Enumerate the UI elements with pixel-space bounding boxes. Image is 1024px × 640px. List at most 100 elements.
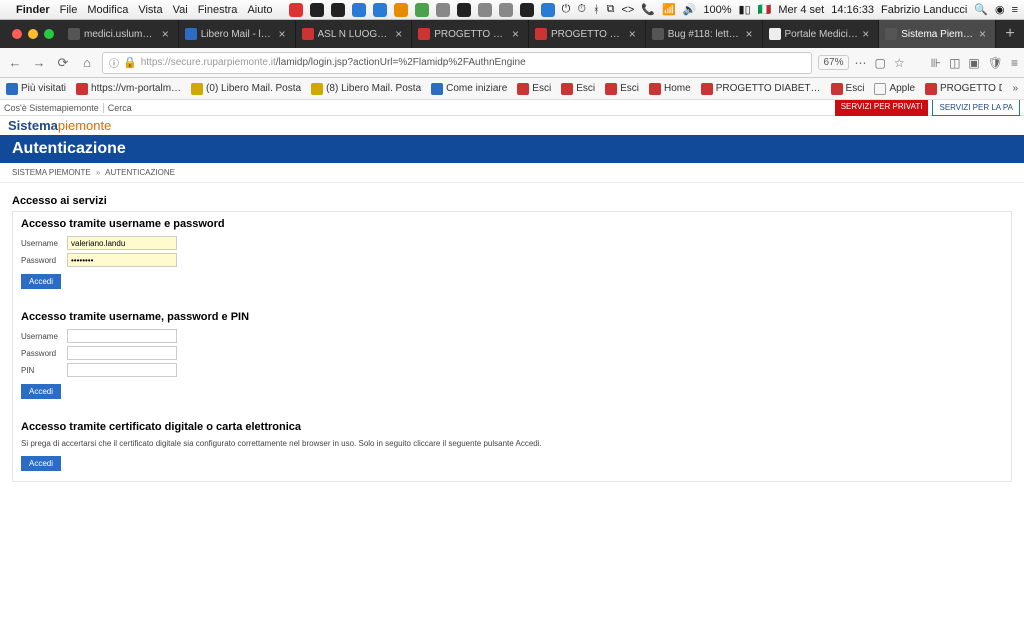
library-icon[interactable]: ⊪ bbox=[931, 56, 941, 70]
browser-tab[interactable]: Bug #118: lettere camb… × bbox=[646, 20, 763, 48]
browser-tab[interactable]: medici.uslumbria1.it/m… × bbox=[62, 20, 179, 48]
app-name[interactable]: Finder bbox=[16, 4, 50, 16]
menu-file[interactable]: File bbox=[60, 4, 78, 16]
more-icon[interactable]: ⋯ bbox=[855, 56, 867, 70]
time-text: 14:16:33 bbox=[831, 4, 874, 16]
pill-pa[interactable]: SERVIZI PER LA PA bbox=[932, 100, 1020, 116]
user-text[interactable]: Fabrizio Landucci bbox=[881, 4, 967, 16]
siri-icon[interactable]: ◉ bbox=[995, 3, 1005, 16]
bookmark-item[interactable]: Esci bbox=[561, 83, 595, 95]
reader-icon[interactable]: ▢ bbox=[875, 56, 886, 70]
bookmark-item[interactable]: PROGETTO DIABET… bbox=[701, 83, 821, 95]
sidebar-icon[interactable]: ◫ bbox=[949, 56, 960, 70]
bookmark-favicon-icon bbox=[431, 83, 443, 95]
url-bar[interactable]: ⓘ 🔒 https://secure.ruparpiemonte.it/lami… bbox=[102, 52, 812, 74]
tray-icon[interactable]: ⏻ bbox=[562, 3, 571, 16]
tray-icon[interactable] bbox=[352, 3, 366, 17]
browser-tab[interactable]: Libero Mail - login × bbox=[179, 20, 296, 48]
back-button[interactable]: ← bbox=[6, 55, 24, 70]
top-link[interactable]: Cerca bbox=[108, 103, 136, 113]
tab-close-icon[interactable]: × bbox=[279, 27, 289, 41]
ext-icon[interactable]: ▣ bbox=[968, 56, 979, 70]
spotlight-icon[interactable]: 🔍 bbox=[974, 3, 988, 16]
bookmark-star-icon[interactable]: ☆ bbox=[894, 56, 905, 70]
info-icon[interactable]: ⓘ bbox=[109, 55, 119, 70]
menu-icon[interactable]: ≡ bbox=[1011, 56, 1018, 70]
tray-icon[interactable] bbox=[478, 3, 492, 17]
bookmark-item[interactable]: Esci bbox=[517, 83, 551, 95]
tray-icon[interactable] bbox=[436, 3, 450, 17]
home-button[interactable]: ⌂ bbox=[78, 55, 96, 70]
username-field[interactable] bbox=[67, 329, 177, 343]
browser-tab[interactable]: PROGETTO DIABETOLO… × bbox=[529, 20, 646, 48]
crumb[interactable]: SISTEMA PIEMONTE bbox=[12, 168, 91, 177]
input-icon[interactable]: 🇮🇹 bbox=[758, 3, 772, 16]
wifi-icon[interactable]: 📶 bbox=[662, 3, 676, 16]
bluetooth-icon[interactable]: ᚼ bbox=[593, 4, 600, 16]
menu-help[interactable]: Aiuto bbox=[247, 4, 272, 16]
bookmark-item[interactable]: (8) Libero Mail. Posta bbox=[311, 83, 421, 95]
tray-icon[interactable] bbox=[310, 3, 324, 17]
window-minimize-icon[interactable] bbox=[28, 29, 38, 39]
accedi-button[interactable]: Accedi bbox=[21, 384, 61, 399]
username-field[interactable] bbox=[67, 236, 177, 250]
top-link[interactable]: Cos'è Sistemapiemonte bbox=[4, 103, 104, 113]
tray-icon[interactable]: ⧉ bbox=[607, 3, 615, 16]
tray-icon[interactable] bbox=[415, 3, 429, 17]
tray-icon[interactable]: ⏱ bbox=[577, 3, 586, 16]
menu-go[interactable]: Vai bbox=[173, 4, 188, 16]
window-zoom-icon[interactable] bbox=[44, 29, 54, 39]
menu-window[interactable]: Finestra bbox=[198, 4, 238, 16]
forward-button[interactable]: → bbox=[30, 55, 48, 70]
browser-tab[interactable]: Sistema Piemonte - Autentic… × bbox=[879, 20, 996, 48]
tab-favicon-icon bbox=[68, 28, 80, 40]
tray-icon[interactable] bbox=[457, 3, 471, 17]
bookmark-item[interactable]: Più visitati bbox=[6, 83, 66, 95]
bookmark-item[interactable]: Esci bbox=[605, 83, 639, 95]
window-close-icon[interactable] bbox=[12, 29, 22, 39]
tray-icon[interactable] bbox=[520, 3, 534, 17]
notifications-icon[interactable]: ≡ bbox=[1012, 4, 1018, 16]
tab-close-icon[interactable]: × bbox=[746, 27, 756, 41]
browser-tab[interactable]: ASL N LUOGO Area Ser… × bbox=[296, 20, 413, 48]
reload-button[interactable]: ⟳ bbox=[54, 55, 72, 71]
bookmark-item[interactable]: (0) Libero Mail. Posta bbox=[191, 83, 301, 95]
tab-close-icon[interactable]: × bbox=[979, 27, 989, 41]
tray-icon[interactable] bbox=[331, 3, 345, 17]
accedi-button[interactable]: Accedi bbox=[21, 456, 61, 471]
pill-privati[interactable]: SERVIZI PER PRIVATI bbox=[835, 100, 929, 116]
browser-tab[interactable]: Portale Medici e Pediat… × bbox=[763, 20, 880, 48]
bookmark-item[interactable]: Esci bbox=[831, 83, 865, 95]
tab-close-icon[interactable]: × bbox=[629, 27, 639, 41]
browser-tab[interactable]: PROGETTO DIABETOLO… × bbox=[412, 20, 529, 48]
volume-icon[interactable]: 🔊 bbox=[683, 3, 697, 16]
bookmarks-overflow-icon[interactable]: » bbox=[1012, 83, 1018, 94]
tab-close-icon[interactable]: × bbox=[862, 27, 872, 41]
bookmark-favicon-icon bbox=[649, 83, 661, 95]
bookmark-item[interactable]: Come iniziare bbox=[431, 83, 507, 95]
bookmark-item[interactable]: Home bbox=[649, 83, 691, 95]
tab-close-icon[interactable]: × bbox=[512, 27, 522, 41]
menu-edit[interactable]: Modifica bbox=[87, 4, 128, 16]
tray-icon[interactable] bbox=[499, 3, 513, 17]
password-field[interactable] bbox=[67, 253, 177, 267]
tray-icon[interactable] bbox=[541, 3, 555, 17]
accedi-button[interactable]: Accedi bbox=[21, 274, 61, 289]
menu-view[interactable]: Vista bbox=[138, 4, 162, 16]
tab-close-icon[interactable]: × bbox=[395, 27, 405, 41]
password-field[interactable] bbox=[67, 346, 177, 360]
tray-icon[interactable]: <> bbox=[621, 4, 634, 16]
new-tab-button[interactable]: + bbox=[996, 20, 1024, 48]
zoom-level[interactable]: 67% bbox=[818, 55, 848, 70]
bookmark-item[interactable]: PROGETTO DIABET… bbox=[925, 83, 1002, 95]
bookmark-item[interactable]: Apple bbox=[874, 83, 915, 95]
phone-icon[interactable]: 📞 bbox=[641, 3, 655, 16]
tab-close-icon[interactable]: × bbox=[162, 27, 172, 41]
pin-field[interactable] bbox=[67, 363, 177, 377]
tab-title: PROGETTO DIABETOLO… bbox=[551, 29, 625, 40]
tray-icon[interactable] bbox=[373, 3, 387, 17]
bookmark-item[interactable]: https://vm-portalm… bbox=[76, 83, 181, 95]
tray-icon[interactable] bbox=[394, 3, 408, 17]
shield-icon[interactable]: 🛡 bbox=[988, 56, 1003, 70]
tray-icon[interactable] bbox=[289, 3, 303, 17]
